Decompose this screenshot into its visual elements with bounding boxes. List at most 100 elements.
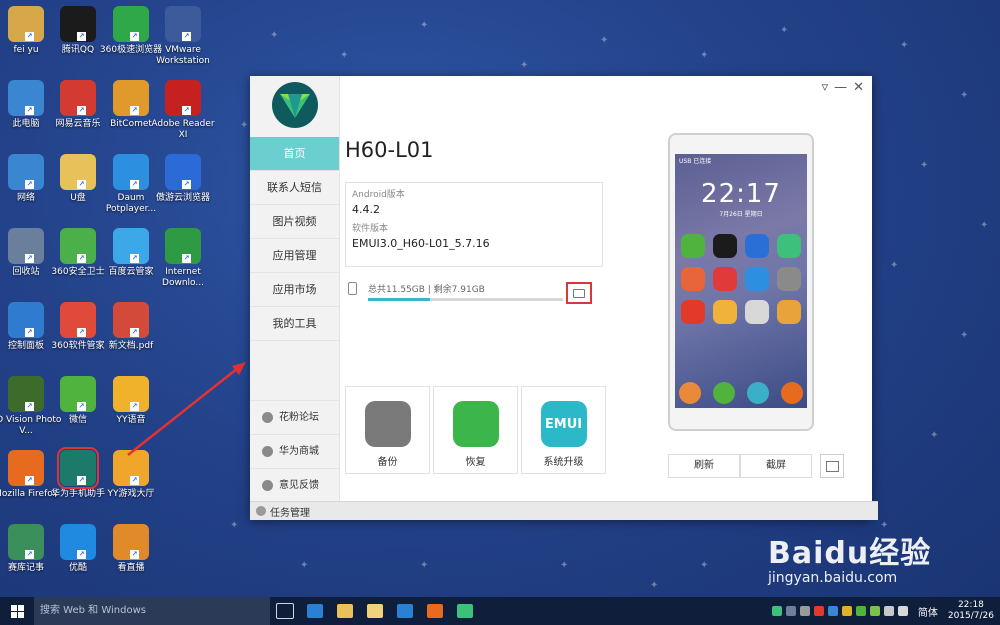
sidebar-link-2[interactable]: 意见反馈 bbox=[250, 468, 339, 502]
tray-icon[interactable] bbox=[813, 606, 824, 616]
sidebar-item-1[interactable]: 联系人短信 bbox=[250, 171, 339, 205]
phone-actions: 刷新 截屏 bbox=[668, 454, 812, 478]
huawei-assistant-window: 首页 联系人短信 图片视频 应用管理 应用市场 我的工具 花粉论坛华为商城意见反馈 ▿ —… bbox=[250, 76, 878, 520]
sidebar-item-0[interactable]: 首页 bbox=[250, 137, 339, 171]
taskbar-time: 22:18 bbox=[957, 600, 984, 610]
system-tray: 简体 22:18 2015/7/26 bbox=[771, 597, 1000, 625]
tray-icon[interactable] bbox=[785, 606, 796, 616]
app-icon bbox=[679, 382, 701, 404]
file-explorer-icon[interactable] bbox=[330, 597, 360, 625]
taskbar-clock[interactable]: 22:18 2015/7/26 bbox=[948, 600, 994, 622]
watermark: Baidu经验 jingyan.baidu.com bbox=[768, 528, 931, 586]
watermark-title: Baidu经验 bbox=[768, 536, 932, 571]
sidebar-item-4[interactable]: 应用市场 bbox=[250, 273, 339, 307]
tray-icon[interactable] bbox=[841, 606, 852, 616]
storage-info: 总共11.55GB | 剩余7.91GB bbox=[348, 282, 598, 301]
huawei-assistant-taskbar-icon[interactable] bbox=[450, 597, 480, 625]
sidebar-item-3[interactable]: 应用管理 bbox=[250, 239, 339, 273]
app-icon bbox=[745, 267, 769, 291]
phone-status: USB 已连接 bbox=[679, 158, 712, 165]
start-button[interactable] bbox=[0, 597, 34, 625]
device-info-panel: Android版本 4.4.2 软件版本 EMUI3.0_H60-L01_5.7… bbox=[345, 182, 603, 267]
folder-taskbar-icon[interactable] bbox=[360, 597, 390, 625]
sidebar-nav: 首页 联系人短信 图片视频 应用管理 应用市场 我的工具 bbox=[250, 137, 339, 341]
link-icon bbox=[262, 412, 273, 423]
taskbar-search[interactable]: 搜索 Web 和 Windows bbox=[34, 597, 270, 625]
sidebar-link-label: 意见反馈 bbox=[279, 480, 319, 491]
sidebar-links: 花粉论坛华为商城意见反馈 bbox=[250, 400, 339, 502]
app-icon bbox=[713, 267, 737, 291]
windows-logo-icon bbox=[10, 604, 24, 618]
phone-clock: 22:17 bbox=[701, 179, 781, 209]
restore-tile[interactable]: 恢复 bbox=[433, 386, 518, 474]
phone-date: 7月26日 星期日 bbox=[719, 211, 763, 218]
tile-icon bbox=[364, 401, 411, 447]
network-icon[interactable] bbox=[883, 606, 894, 616]
sidebar-item-5[interactable]: 我的工具 bbox=[250, 307, 339, 341]
app-icon bbox=[781, 382, 803, 404]
android-version-label: Android版本 bbox=[352, 190, 405, 200]
software-version-value: EMUI3.0_H60-L01_5.7.16 bbox=[352, 237, 490, 250]
app-logo-icon bbox=[271, 82, 318, 128]
device-name: H60-L01 bbox=[345, 138, 434, 162]
tile-icon: EMUI bbox=[540, 401, 587, 447]
app-icon bbox=[681, 267, 705, 291]
firefox-taskbar-icon[interactable] bbox=[420, 597, 450, 625]
menu-icon[interactable]: ▿ bbox=[822, 80, 829, 95]
software-version-label: 软件版本 bbox=[352, 224, 389, 234]
volume-icon[interactable] bbox=[897, 606, 908, 616]
minimize-icon[interactable]: — bbox=[834, 80, 847, 95]
sidebar-item-2[interactable]: 图片视频 bbox=[250, 205, 339, 239]
edge-icon[interactable] bbox=[300, 597, 330, 625]
tray-icon[interactable] bbox=[855, 606, 866, 616]
app-icon bbox=[777, 234, 801, 258]
window-controls: ▿ — ✕ bbox=[822, 80, 864, 95]
phone-screen: USB 已连接 22:17 7月26日 星期日 bbox=[675, 154, 807, 408]
action-tiles: 备份 恢复 EMUI 系统升级 bbox=[345, 386, 606, 474]
backup-tile[interactable]: 备份 bbox=[345, 386, 430, 474]
storage-bar-fill bbox=[368, 298, 431, 301]
sidebar-link-0[interactable]: 花粉论坛 bbox=[250, 400, 339, 434]
open-folder-button[interactable] bbox=[566, 282, 592, 304]
tray-icon[interactable] bbox=[799, 606, 810, 616]
ime-indicator[interactable]: 简体 bbox=[918, 604, 938, 619]
folder-icon bbox=[573, 288, 585, 298]
tile-label: 系统升级 bbox=[543, 457, 584, 468]
tray-icon[interactable] bbox=[827, 606, 838, 616]
app-icon bbox=[681, 234, 705, 258]
tray-icon[interactable] bbox=[771, 606, 782, 616]
app-icon bbox=[713, 382, 735, 404]
tile-icon bbox=[452, 401, 499, 447]
store-icon[interactable] bbox=[390, 597, 420, 625]
watermark-url: jingyan.baidu.com bbox=[768, 570, 898, 586]
app-icon bbox=[681, 300, 705, 324]
gallery-button[interactable] bbox=[820, 454, 844, 478]
tile-label: 恢复 bbox=[465, 457, 486, 468]
phone-storage-icon bbox=[348, 282, 357, 295]
close-icon[interactable]: ✕ bbox=[853, 80, 864, 95]
app-icon bbox=[777, 300, 801, 324]
app-icon bbox=[745, 300, 769, 324]
tile-label: 备份 bbox=[377, 457, 398, 468]
task-manager-bar[interactable]: 任务管理 bbox=[250, 501, 878, 520]
screenshot-button[interactable]: 截屏 bbox=[740, 454, 812, 478]
system-upgrade-tile[interactable]: EMUI 系统升级 bbox=[521, 386, 606, 474]
sidebar-link-label: 华为商城 bbox=[279, 446, 319, 457]
phone-dock bbox=[675, 382, 807, 404]
storage-text: 总共11.55GB | 剩余7.91GB bbox=[368, 285, 485, 295]
sidebar: 首页 联系人短信 图片视频 应用管理 应用市场 我的工具 花粉论坛华为商城意见反馈 bbox=[250, 76, 340, 519]
app-icon bbox=[747, 382, 769, 404]
sidebar-link-label: 花粉论坛 bbox=[279, 412, 319, 423]
app-icon bbox=[713, 300, 737, 324]
refresh-button[interactable]: 刷新 bbox=[668, 454, 740, 478]
image-icon bbox=[825, 460, 839, 472]
app-icon bbox=[745, 234, 769, 258]
taskbar-date: 2015/7/26 bbox=[947, 611, 994, 621]
phone-app-grid bbox=[675, 234, 807, 324]
app-icon bbox=[777, 267, 801, 291]
task-view-icon[interactable] bbox=[270, 597, 300, 625]
app-icon bbox=[713, 234, 737, 258]
tray-icon[interactable] bbox=[869, 606, 880, 616]
sidebar-link-1[interactable]: 华为商城 bbox=[250, 434, 339, 468]
windows-taskbar: 搜索 Web 和 Windows 简体 22:18 2015/7/26 bbox=[0, 597, 1000, 625]
